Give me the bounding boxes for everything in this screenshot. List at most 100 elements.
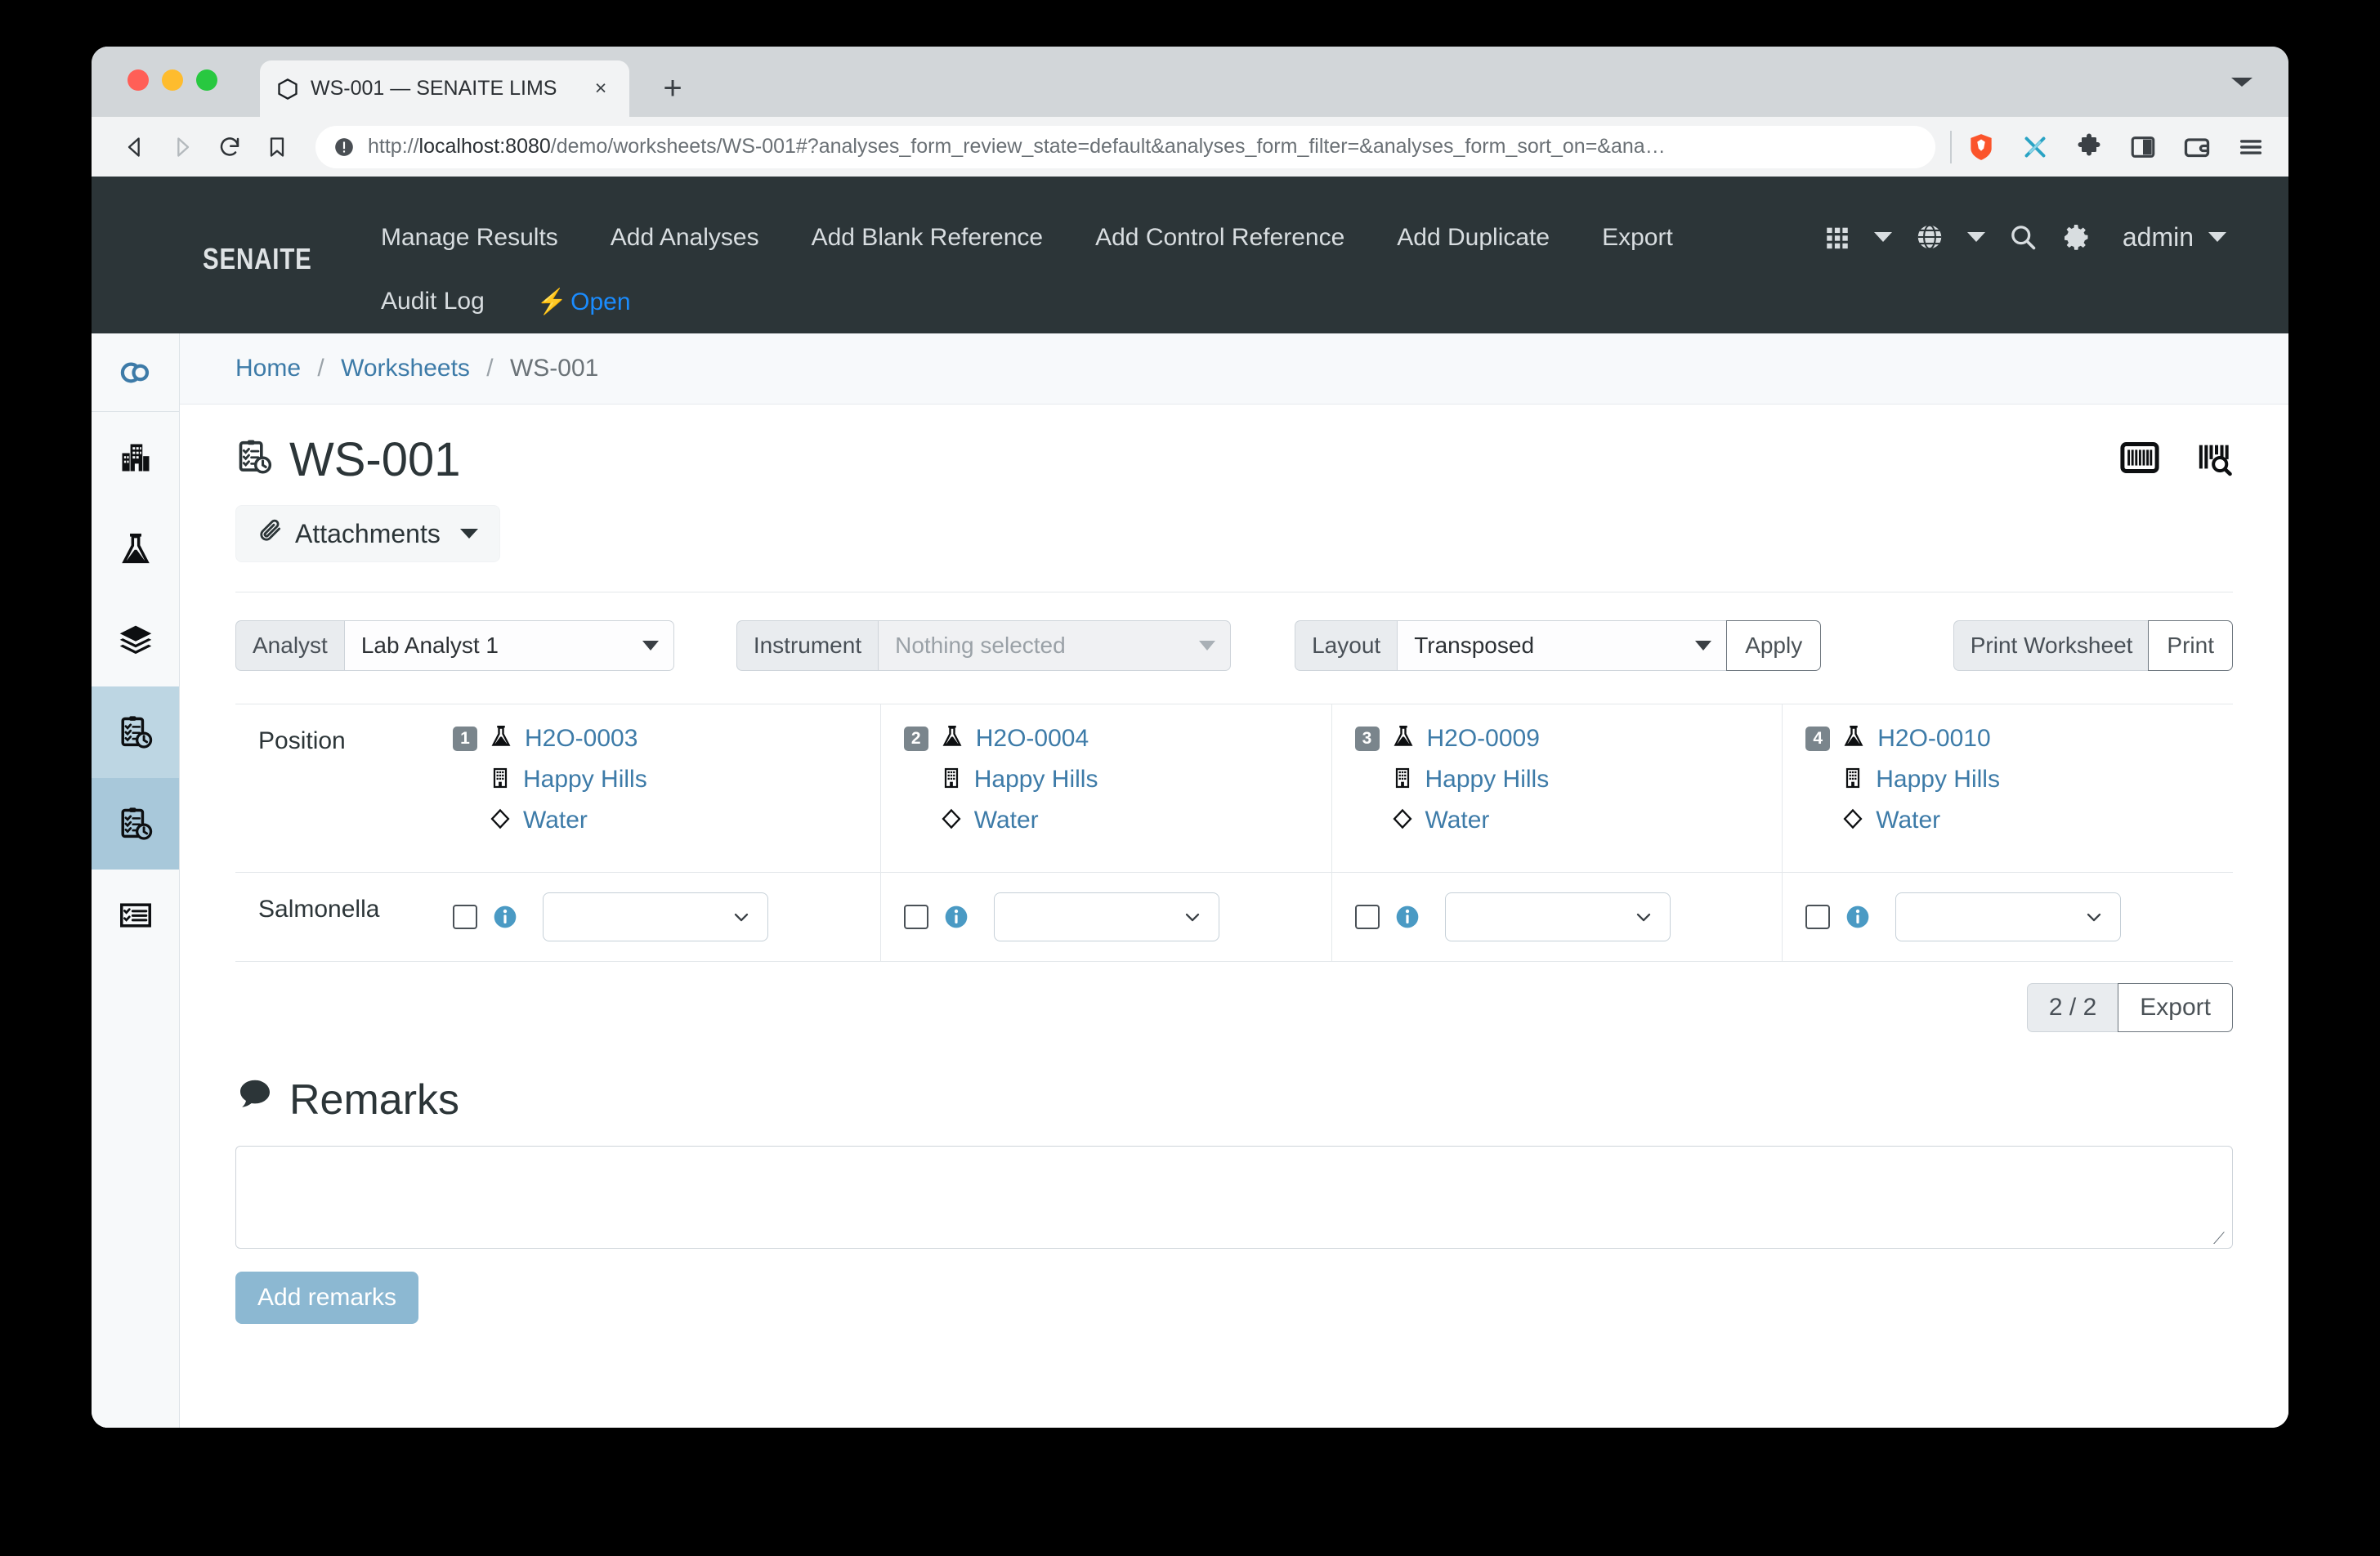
analysis-checkbox[interactable] — [1805, 905, 1831, 929]
attachments-chevron-down-icon — [459, 529, 478, 539]
nav-manage-results[interactable]: Manage Results — [376, 216, 563, 260]
analysis-checkbox[interactable] — [453, 905, 477, 929]
brave-lion-icon[interactable] — [1965, 131, 1998, 163]
remarks-textarea[interactable]: ⟋ — [235, 1146, 2233, 1249]
remarks-heading: Remarks — [180, 1032, 2288, 1125]
nav-audit-log[interactable]: Audit Log — [376, 279, 490, 324]
info-icon[interactable] — [943, 904, 969, 930]
braveshields-icon[interactable] — [2019, 131, 2051, 163]
apps-chevron-down-icon[interactable] — [1873, 232, 1892, 242]
nav-add-control-reference[interactable]: Add Control Reference — [1090, 216, 1349, 260]
attachments-label: Attachments — [295, 518, 441, 548]
info-icon[interactable] — [1394, 904, 1420, 930]
maximize-window-button[interactable] — [196, 69, 217, 91]
result-select[interactable] — [1895, 892, 2122, 941]
sampletype-link[interactable]: Water — [523, 807, 588, 834]
sidebar-item-clients[interactable] — [92, 412, 179, 503]
address-bar[interactable]: http://localhost:8080/demo/worksheets/WS… — [315, 125, 1935, 168]
browser-tab[interactable]: WS-001 — SENAITE LIMS × — [260, 60, 629, 117]
minimize-window-button[interactable] — [162, 69, 183, 91]
user-chevron-down-icon[interactable] — [2208, 232, 2226, 242]
new-tab-button[interactable]: + — [655, 71, 690, 105]
sidebar-item-worksheet-current[interactable] — [92, 778, 179, 870]
sample-link[interactable]: H2O-0003 — [525, 725, 638, 753]
sidebar-item-batches[interactable] — [92, 595, 179, 686]
sampletype-link[interactable]: Water — [1425, 807, 1490, 834]
extensions-puzzle-icon[interactable] — [2073, 131, 2105, 163]
user-menu-label[interactable]: admin — [2123, 222, 2194, 253]
analyst-label: Analyst — [235, 620, 344, 671]
breadcrumb-worksheets[interactable]: Worksheets — [341, 355, 470, 382]
barcode-search-icon[interactable] — [2195, 439, 2238, 481]
menu-hamburger-icon[interactable] — [2235, 131, 2267, 163]
hexagon-icon — [276, 78, 299, 101]
sampletype-line: Water — [1805, 807, 2233, 834]
analysis-checkbox[interactable] — [1354, 905, 1380, 929]
senaite-navbar: SENAITE Manage Results Add Analyses Add … — [92, 177, 2288, 333]
browser-toolbar: http://localhost:8080/demo/worksheets/WS… — [92, 117, 2288, 177]
sidebar-toggle[interactable] — [92, 333, 179, 412]
gear-icon[interactable] — [2054, 216, 2100, 258]
analyst-select[interactable]: Lab Analyst 1 — [343, 620, 674, 671]
browser-window: WS-001 — SENAITE LIMS × + http://localho… — [92, 47, 2288, 1428]
layout-select[interactable]: Transposed — [1397, 620, 1728, 671]
sample-link[interactable]: H2O-0009 — [1427, 725, 1540, 753]
attachments-button[interactable]: Attachments — [235, 505, 500, 562]
nav-add-analyses[interactable]: Add Analyses — [606, 216, 764, 260]
export-button[interactable]: Export — [2118, 983, 2233, 1032]
apply-button[interactable]: Apply — [1726, 620, 1822, 671]
sidebar-item-worksheets[interactable] — [92, 686, 179, 778]
breadcrumb-home[interactable]: Home — [235, 355, 301, 382]
barcode-icon[interactable] — [2118, 439, 2161, 481]
info-shield-icon[interactable] — [333, 136, 355, 158]
senaite-nav-actions: admin — [1815, 216, 2233, 258]
chevron-down-icon — [1695, 641, 1712, 651]
back-button[interactable] — [111, 127, 159, 168]
print-button[interactable]: Print — [2148, 620, 2233, 671]
sampletype-link[interactable]: Water — [974, 807, 1039, 834]
chevron-down-icon — [1199, 641, 1216, 651]
language-chevron-down-icon[interactable] — [1966, 232, 1985, 242]
sample-link[interactable]: H2O-0004 — [976, 725, 1089, 753]
page-header: WS-001 — [180, 405, 2288, 487]
globe-icon[interactable] — [1907, 216, 1953, 258]
comment-icon — [235, 1075, 275, 1125]
tab-list-chevron-down-icon[interactable] — [2231, 78, 2252, 87]
search-icon[interactable] — [2000, 216, 2046, 258]
nav-export[interactable]: Export — [1597, 216, 1678, 260]
nav-open-status[interactable]: ⚡ Open — [532, 279, 636, 324]
result-select[interactable] — [1444, 892, 1671, 941]
sampletype-link[interactable]: Water — [1876, 807, 1940, 834]
page-title: WS-001 — [235, 432, 461, 487]
apps-grid-icon[interactable] — [1815, 217, 1859, 257]
client-link[interactable]: Happy Hills — [1425, 766, 1550, 794]
position-badge: 4 — [1805, 726, 1831, 751]
wallet-icon[interactable] — [2181, 131, 2213, 163]
close-tab-button[interactable]: × — [588, 77, 613, 101]
instrument-select[interactable]: Nothing selected — [878, 620, 1232, 671]
add-remarks-button[interactable]: Add remarks — [235, 1272, 419, 1324]
forward-button[interactable] — [159, 127, 206, 168]
sidebar-panel-icon[interactable] — [2127, 131, 2159, 163]
resize-handle-icon[interactable]: ⟋ — [2213, 1231, 2228, 1247]
senaite-logo[interactable]: SENAITE — [203, 242, 312, 276]
info-icon[interactable] — [492, 904, 518, 930]
close-window-button[interactable] — [128, 69, 149, 91]
info-icon[interactable] — [1845, 904, 1871, 930]
client-link[interactable]: Happy Hills — [1876, 766, 2000, 794]
sample-link[interactable]: H2O-0010 — [1877, 725, 1990, 753]
result-select[interactable] — [993, 892, 1219, 941]
sidebar-item-methods[interactable] — [92, 870, 179, 961]
nav-add-blank-reference[interactable]: Add Blank Reference — [807, 216, 1049, 260]
nav-add-duplicate[interactable]: Add Duplicate — [1392, 216, 1555, 260]
analysis-checkbox[interactable] — [903, 905, 928, 929]
reload-button[interactable] — [206, 127, 253, 168]
breadcrumb-separator: / — [486, 355, 494, 382]
clipboard-clock-icon — [235, 432, 273, 487]
bookmark-icon[interactable] — [253, 127, 301, 168]
result-select[interactable] — [543, 892, 768, 941]
sampletype-line: Water — [904, 807, 1331, 834]
sidebar-item-samples[interactable] — [92, 503, 179, 595]
client-link[interactable]: Happy Hills — [523, 766, 647, 794]
client-link[interactable]: Happy Hills — [974, 766, 1098, 794]
